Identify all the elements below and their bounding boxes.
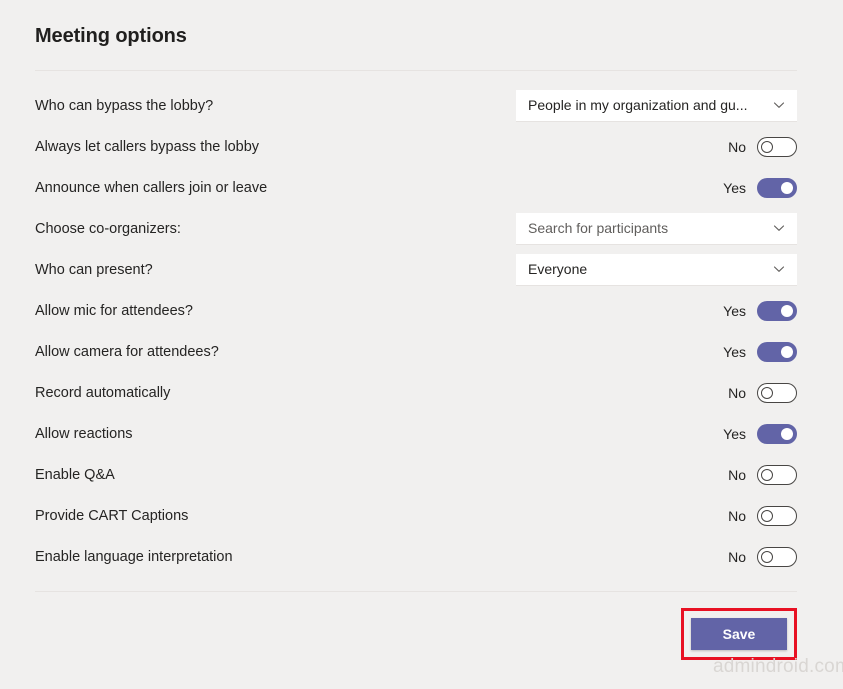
toggle-switch[interactable] [757,300,797,321]
toggle-switch[interactable] [757,546,797,567]
toggle-switch[interactable] [757,464,797,485]
toggle-switch[interactable] [757,136,797,157]
option-label: Enable Q&A [35,466,115,483]
toggle-state-label: Yes [723,179,746,196]
toggle-state-label: No [728,466,746,483]
option-label: Choose co-organizers: [35,220,181,237]
toggle-switch[interactable] [757,341,797,362]
option-label: Allow mic for attendees? [35,302,193,319]
toggle-knob [761,140,773,153]
toggle-control: No [722,136,797,157]
toggle-knob [761,550,773,563]
option-control: No [722,505,797,526]
toggle-control: No [722,505,797,526]
option-row: Always let callers bypass the lobby No [35,126,797,167]
option-control: No [722,546,797,567]
toggle-control: Yes [722,300,797,321]
toggle-control: No [722,546,797,567]
option-control: Yes [722,300,797,321]
option-row: Who can present? Everyone [35,249,797,290]
option-row: Record automatically No [35,372,797,413]
toggle-control: No [722,382,797,403]
option-label: Allow camera for attendees? [35,343,219,360]
toggle-switch[interactable] [757,505,797,526]
option-label: Who can present? [35,261,153,278]
option-label: Provide CART Captions [35,507,189,524]
option-label: Announce when callers join or leave [35,179,268,196]
footer-divider [35,591,797,592]
toggle-control: No [722,464,797,485]
option-row: Allow camera for attendees? Yes [35,331,797,372]
toggle-knob [781,304,793,317]
dropdown-value: People in my organization and gu... [528,97,748,113]
chevron-down-icon [773,263,785,275]
option-control: Search for participants [516,212,797,245]
option-row: Provide CART Captions No [35,495,797,536]
toggle-state-label: No [728,384,746,401]
toggle-state-label: Yes [723,302,746,319]
toggle-switch[interactable] [757,423,797,444]
option-label: Who can bypass the lobby? [35,97,214,114]
dropdown[interactable]: People in my organization and gu... [516,89,797,122]
save-button-highlight: Save [681,608,797,660]
footer: Save [35,608,797,660]
toggle-switch[interactable] [757,382,797,403]
option-control: No [722,382,797,403]
option-label: Allow reactions [35,425,133,442]
option-row: Enable language interpretation No [35,536,797,577]
toggle-state-label: No [728,507,746,524]
dropdown-value: Everyone [528,261,588,277]
option-row: Choose co-organizers: Search for particip… [35,208,797,249]
page-title: Meeting options [35,25,187,47]
option-control: Yes [722,423,797,444]
toggle-knob [761,509,773,522]
option-control: Yes [722,341,797,362]
header-divider [35,70,797,71]
toggle-control: Yes [722,341,797,362]
dropdown-value: Search for participants [528,220,669,236]
chevron-down-icon [773,99,785,111]
options-list: Who can bypass the lobby? People in my or… [35,85,797,577]
toggle-knob [761,468,773,481]
toggle-state-label: No [728,138,746,155]
option-control: Everyone [516,253,797,286]
save-button[interactable]: Save [691,618,787,650]
dropdown[interactable]: Everyone [516,253,797,286]
toggle-knob [781,427,793,440]
toggle-switch[interactable] [757,177,797,198]
option-control: No [722,136,797,157]
toggle-knob [761,386,773,399]
toggle-control: Yes [722,423,797,444]
option-control: People in my organization and gu... [516,89,797,122]
option-label: Record automatically [35,384,171,401]
toggle-control: Yes [722,177,797,198]
option-row: Announce when callers join or leave Yes [35,167,797,208]
option-row: Allow reactions Yes [35,413,797,454]
dropdown[interactable]: Search for participants [516,212,797,245]
option-row: Who can bypass the lobby? People in my or… [35,85,797,126]
option-row: Enable Q&A No [35,454,797,495]
option-row: Allow mic for attendees? Yes [35,290,797,331]
option-control: No [722,464,797,485]
toggle-knob [781,345,793,358]
toggle-knob [781,181,793,194]
option-label: Always let callers bypass the lobby [35,138,260,155]
toggle-state-label: Yes [723,343,746,360]
toggle-state-label: Yes [723,425,746,442]
toggle-state-label: No [728,548,746,565]
chevron-down-icon [773,222,785,234]
option-label: Enable language interpretation [35,548,233,565]
option-control: Yes [722,177,797,198]
meeting-options-page: Meeting options Who can bypass the lobby… [0,0,843,689]
